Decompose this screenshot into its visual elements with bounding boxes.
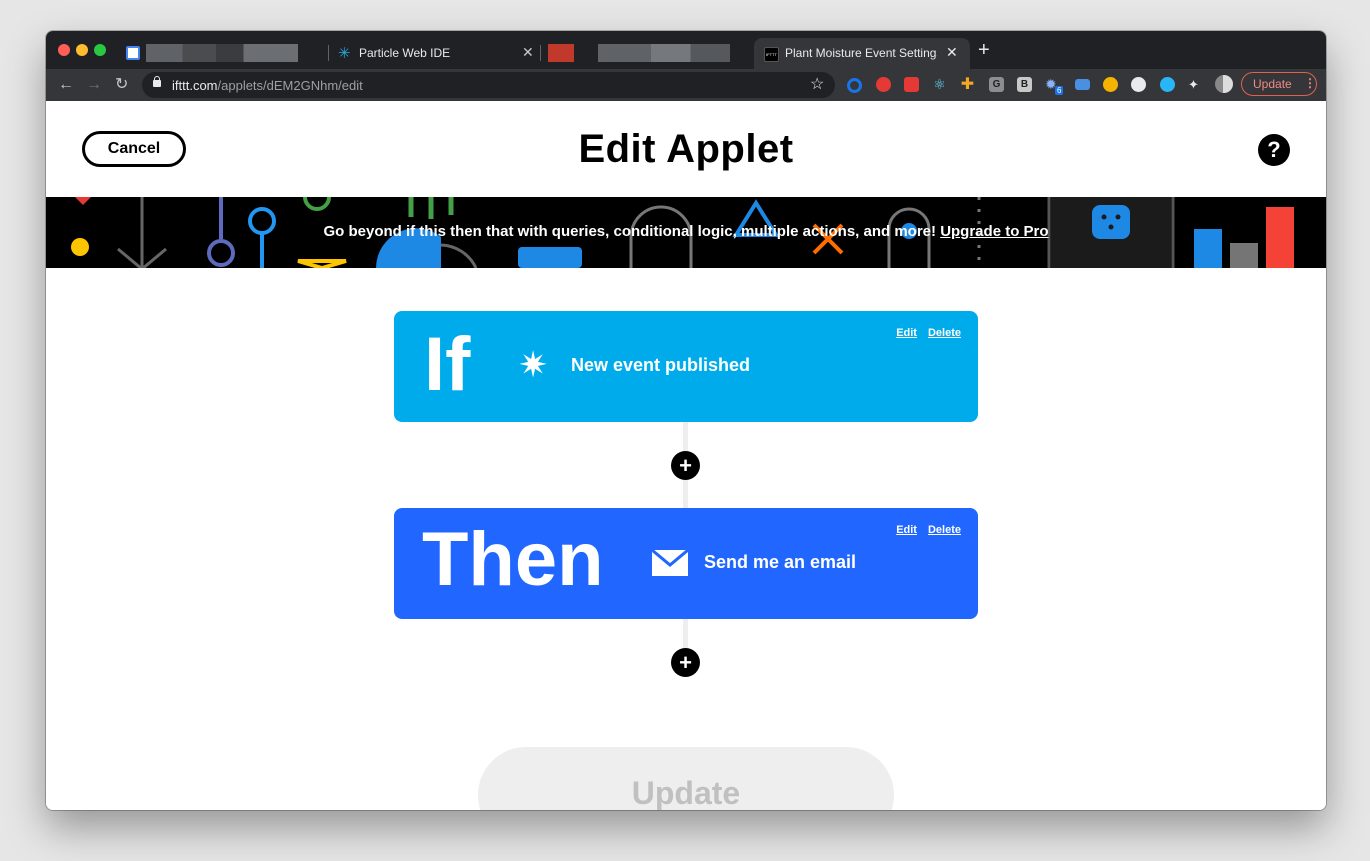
url-path: /applets/dEM2GNhm/edit <box>217 78 363 93</box>
browser-update-button[interactable]: Update ⋮ <box>1241 72 1317 96</box>
outlet-hole-shape <box>1115 214 1121 220</box>
back-arrow-icon[interactable]: ← <box>58 75 74 95</box>
red-favicon-icon <box>548 44 574 62</box>
tab-separator <box>540 45 541 61</box>
kebab-menu-icon[interactable]: ⋮ <box>1304 76 1316 90</box>
help-icon[interactable]: ? <box>1258 134 1290 166</box>
banner-text: Go beyond if this then that with queries… <box>323 223 937 240</box>
address-bar: ← → ↻ ifttt.com/applets/dEM2GNhm/edit ☆ … <box>46 69 1326 101</box>
tab-bar: ✳ Particle Web IDE ✕ IFTTT Plant Moistur… <box>46 31 1326 69</box>
tab-close-icon[interactable]: ✕ <box>946 44 958 61</box>
tab-particle-web-ide[interactable]: ✳ Particle Web IDE ✕ <box>330 38 538 69</box>
banner-message: Go beyond if this then that with queries… <box>46 223 1326 240</box>
extensions-puzzle-icon[interactable]: ✦ <box>1188 77 1203 92</box>
browser-update-label: Update <box>1253 77 1292 91</box>
extension-face-icon[interactable] <box>1131 77 1146 92</box>
blurred-tab-title <box>598 44 730 62</box>
url-host: ifttt.com <box>172 78 218 93</box>
extension-react-icon[interactable]: ⚛ <box>932 77 947 92</box>
tab-title: Plant Moisture Event Settings - <box>785 46 937 60</box>
page-title: Edit Applet <box>578 127 794 171</box>
grey-bar-shape <box>1230 243 1258 268</box>
blurred-tab-title <box>146 44 298 62</box>
if-keyword: If <box>424 322 471 407</box>
extension-shield-icon[interactable] <box>876 77 891 92</box>
reload-icon[interactable]: ↻ <box>115 75 128 95</box>
trigger-edit-link[interactable]: Edit <box>896 327 917 339</box>
yellow-triangle-shape <box>297 259 347 268</box>
update-applet-button[interactable]: Update <box>478 747 894 810</box>
minimize-window-button[interactable] <box>76 44 88 56</box>
tab-close-icon[interactable]: ✕ <box>522 44 534 61</box>
trigger-label: New event published <box>571 355 751 375</box>
add-step-button[interactable]: + <box>671 451 700 480</box>
yellow-dot-shape <box>71 238 89 256</box>
extension-chat-icon[interactable] <box>1075 79 1090 90</box>
extension-compass-icon[interactable] <box>1103 77 1118 92</box>
extension-red-dots-icon[interactable] <box>904 77 919 92</box>
trigger-card[interactable]: If ✷ New event published Edit Delete <box>394 311 978 422</box>
action-edit-link[interactable]: Edit <box>896 524 917 536</box>
red-diamond-shape <box>75 197 91 205</box>
trigger-delete-link[interactable]: Delete <box>928 327 961 339</box>
extension-g-icon[interactable]: G <box>989 77 1004 92</box>
tab-plant-moisture[interactable]: IFTTT Plant Moisture Event Settings - ✕ <box>754 38 970 69</box>
lock-icon <box>153 80 161 87</box>
calendar-icon <box>126 46 140 60</box>
add-step-button[interactable]: + <box>671 648 700 677</box>
lock-shackle-icon <box>154 76 160 81</box>
profile-avatar[interactable] <box>1215 75 1233 93</box>
action-delete-link[interactable]: Delete <box>928 524 961 536</box>
action-card[interactable]: Then Send me an email Edit Delete <box>394 508 978 619</box>
tab-title: Particle Web IDE <box>359 46 451 60</box>
new-tab-button[interactable]: + <box>978 40 990 60</box>
bookmark-star-icon[interactable]: ☆ <box>810 74 824 94</box>
extension-globe-icon[interactable] <box>1160 77 1175 92</box>
extension-b-icon[interactable]: B <box>1017 77 1032 92</box>
action-links: Edit Delete <box>885 524 961 536</box>
then-keyword: Then <box>422 517 604 602</box>
pro-banner: Go beyond if this then that with queries… <box>46 197 1326 268</box>
grey-arc-shape <box>440 243 478 268</box>
purple-ring-shape <box>207 239 235 267</box>
outlet-hole-shape <box>1101 214 1107 220</box>
trigger-links: Edit Delete <box>885 327 961 339</box>
extension-plus-icon[interactable]: ✚ <box>960 77 975 93</box>
tab-separator <box>328 45 329 61</box>
tab-blurred[interactable] <box>544 38 750 69</box>
upgrade-to-pro-link[interactable]: Upgrade to Pro <box>940 223 1048 240</box>
tab-calendar[interactable] <box>120 38 322 69</box>
omnibox[interactable]: ifttt.com/applets/dEM2GNhm/edit ☆ <box>142 72 835 98</box>
green-ring-shape <box>303 197 331 211</box>
envelope-icon <box>652 550 688 576</box>
page-content: Cancel Edit Applet ? Go beyond if this t… <box>46 101 1326 810</box>
particle-star-icon: ✷ <box>518 344 549 385</box>
page-header: Cancel Edit Applet ? <box>46 101 1326 197</box>
url-text[interactable]: ifttt.com/applets/dEM2GNhm/edit <box>172 78 363 93</box>
blue-camera-shape <box>518 247 582 268</box>
forward-arrow-icon[interactable]: → <box>86 75 102 95</box>
zoom-window-button[interactable] <box>94 44 106 56</box>
browser-window: ✳ Particle Web IDE ✕ IFTTT Plant Moistur… <box>46 31 1326 810</box>
extension-circle-icon[interactable] <box>847 78 862 93</box>
ifttt-favicon-icon: IFTTT <box>764 47 779 62</box>
close-window-button[interactable] <box>58 44 70 56</box>
particle-star-icon: ✳ <box>338 45 351 62</box>
action-label: Send me an email <box>704 552 857 572</box>
extension-badge: 6 <box>1055 86 1064 95</box>
